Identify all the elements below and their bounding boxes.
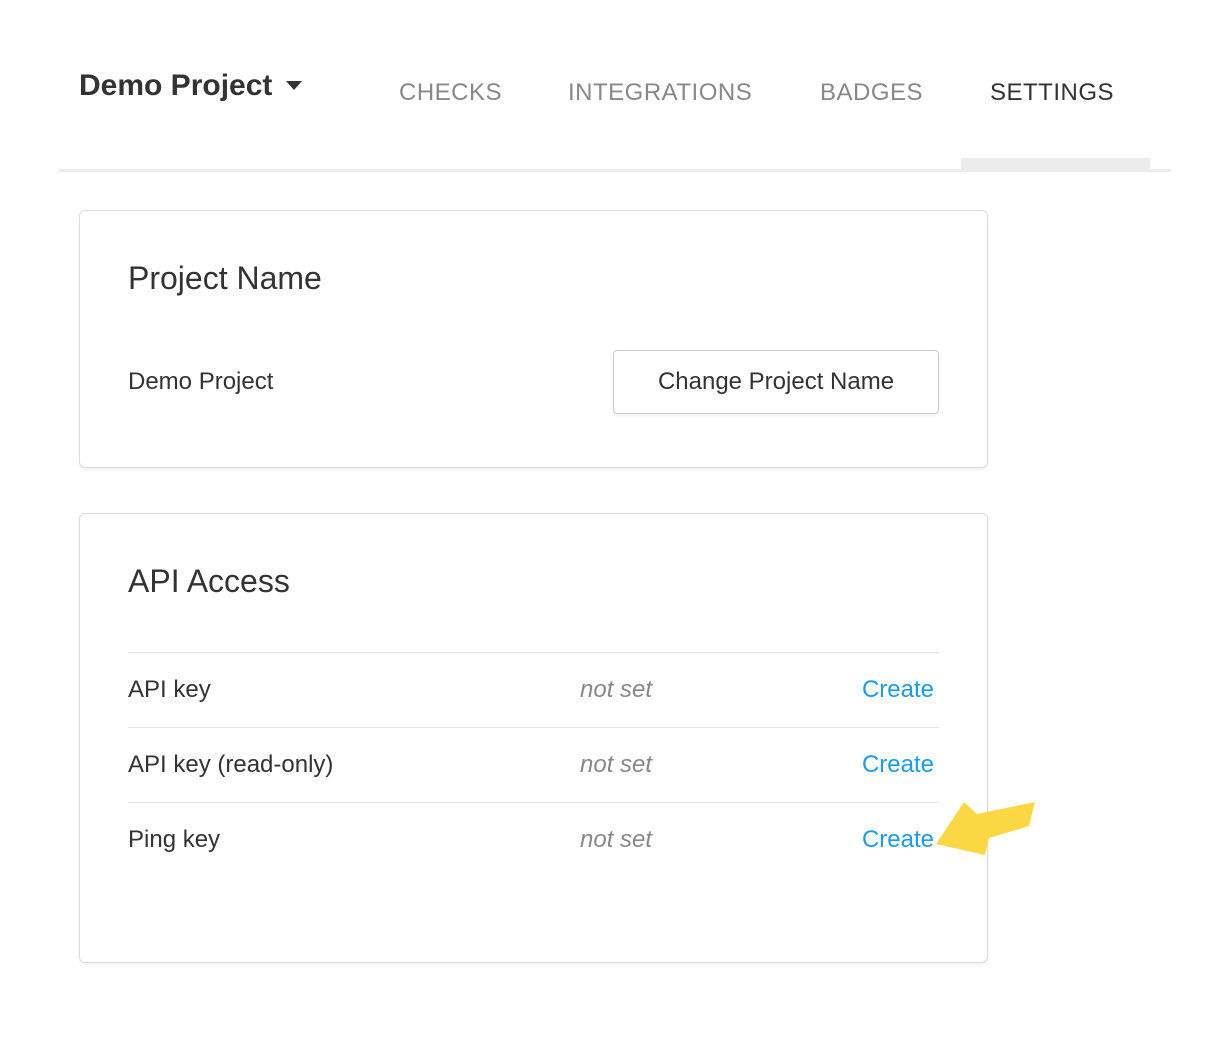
api-keys-table: API key not set Create API key (read-onl… (128, 652, 939, 877)
project-switcher-label: Demo Project (79, 69, 272, 102)
api-key-readonly-value: not set (580, 751, 862, 779)
project-name-value: Demo Project (128, 368, 273, 396)
api-access-card: API Access API key not set Create API ke… (79, 513, 988, 963)
chevron-down-icon (286, 81, 302, 90)
yellow-arrow-icon (920, 790, 1045, 865)
api-key-create-link[interactable]: Create (862, 676, 934, 704)
project-name-card-title: Project Name (128, 259, 939, 297)
project-name-card: Project Name Demo Project Change Project… (79, 210, 988, 468)
api-key-label: API key (128, 676, 580, 704)
header-divider (59, 169, 1171, 172)
tab-integrations[interactable]: INTEGRATIONS (568, 79, 752, 107)
tab-checks[interactable]: CHECKS (399, 79, 502, 107)
table-row-api-key-readonly: API key (read-only) not set Create (128, 727, 939, 802)
api-access-card-title: API Access (128, 562, 939, 600)
tab-settings[interactable]: SETTINGS (990, 79, 1114, 107)
api-key-readonly-label: API key (read-only) (128, 751, 580, 779)
table-row-api-key: API key not set Create (128, 652, 939, 727)
table-row-ping-key: Ping key not set Create (128, 802, 939, 877)
ping-key-label: Ping key (128, 826, 580, 854)
active-tab-indicator (961, 158, 1150, 169)
yellow-arrow-shape (936, 802, 1035, 855)
tab-badges[interactable]: BADGES (820, 79, 923, 107)
ping-key-value: not set (580, 826, 862, 854)
project-switcher-dropdown[interactable]: Demo Project (79, 69, 302, 103)
api-key-readonly-create-link[interactable]: Create (862, 751, 934, 779)
change-project-name-button[interactable]: Change Project Name (613, 350, 939, 414)
api-key-value: not set (580, 676, 862, 704)
